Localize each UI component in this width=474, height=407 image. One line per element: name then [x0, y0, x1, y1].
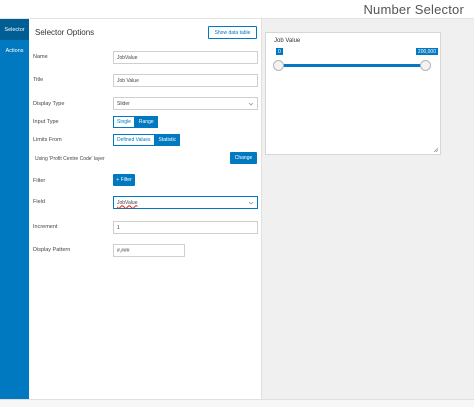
display-pattern-label: Display Pattern: [33, 247, 71, 253]
title-label: Title: [33, 77, 44, 83]
input-type-single[interactable]: Single: [113, 116, 135, 128]
slider-thumb-start[interactable]: [272, 60, 284, 71]
max-value-badge: 200,000: [415, 48, 438, 55]
resize-handle-icon[interactable]: [433, 147, 439, 153]
limits-statistic[interactable]: Statistic: [154, 134, 181, 146]
display-type-label: Display Type: [33, 101, 65, 107]
layer-source-text: Using 'Profit Centre Code' layer: [35, 156, 105, 162]
min-value-badge: 0: [276, 48, 283, 55]
change-layer-button[interactable]: Change: [230, 152, 257, 164]
panel-title: Selector Options: [35, 28, 95, 37]
field-value: JobValue: [117, 199, 138, 206]
add-filter-button[interactable]: + Filter: [113, 174, 135, 186]
selector-options-panel: Selector Options Show data table Name Jo…: [29, 19, 262, 399]
title-input[interactable]: Job Value: [113, 74, 258, 87]
chevron-down-icon: [248, 201, 254, 205]
app-title: Number Selector: [363, 2, 464, 17]
preview-card: Job Value 0 200,000: [265, 32, 441, 155]
limits-from-label: Limits From: [33, 137, 62, 143]
bottom-bar: [0, 399, 474, 407]
show-data-table-button[interactable]: Show data table: [208, 26, 257, 39]
input-type-label: Input Type: [33, 119, 59, 125]
chevron-down-icon: [248, 102, 254, 106]
filter-label: Filter: [33, 178, 46, 184]
display-type-value: Slider: [117, 100, 130, 107]
nav-item-actions[interactable]: Actions: [0, 40, 29, 61]
display-pattern-input[interactable]: #,###: [113, 244, 185, 257]
display-type-select[interactable]: Slider: [113, 97, 258, 110]
limits-defined-values[interactable]: Defined Values: [113, 134, 155, 146]
field-select[interactable]: JobValue: [113, 196, 258, 209]
nav-item-label: Selector: [4, 26, 25, 33]
limits-from-toggle: Defined Values Statistic: [113, 134, 181, 146]
preview-area: Job Value 0 200,000: [262, 19, 474, 399]
nav-item-label: Actions: [5, 47, 24, 54]
nav-item-selector[interactable]: Selector: [0, 19, 29, 40]
input-type-range[interactable]: Range: [134, 116, 158, 128]
increment-label: Increment: [33, 224, 58, 230]
name-label: Name: [33, 54, 48, 60]
input-type-toggle: Single Range: [113, 116, 158, 128]
field-label: Field: [33, 199, 45, 205]
slider-thumb-end[interactable]: [419, 60, 431, 71]
slider-track[interactable]: [278, 64, 429, 67]
side-nav: Selector Actions: [0, 19, 29, 399]
preview-title: Job Value: [274, 38, 301, 44]
increment-input[interactable]: 1: [113, 221, 258, 234]
name-input[interactable]: JobValue: [113, 51, 258, 64]
